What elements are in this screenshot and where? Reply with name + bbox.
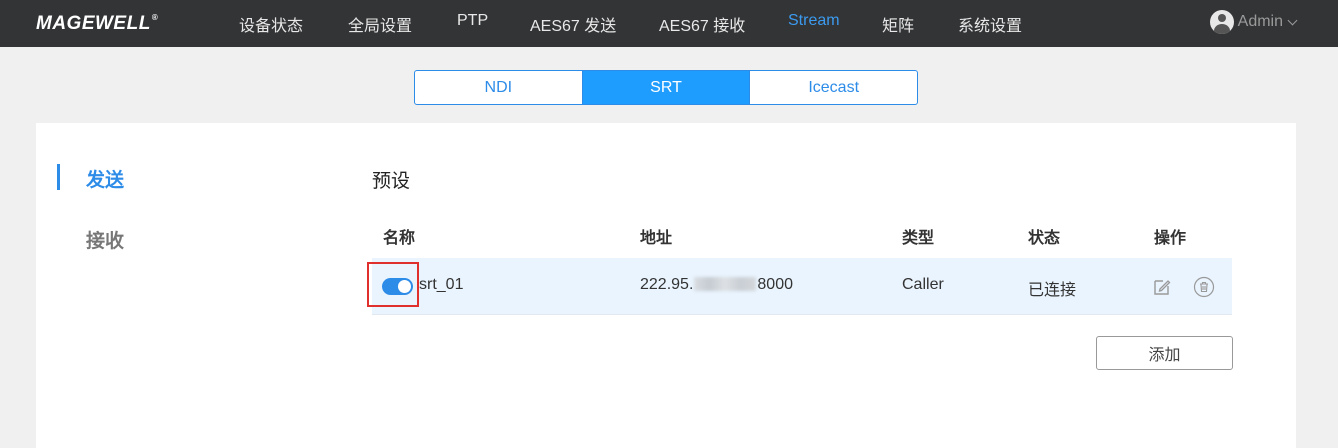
chevron-down-icon xyxy=(1287,15,1298,25)
protocol-tabs: NDI SRT Icecast xyxy=(414,70,918,105)
tab-ndi[interactable]: NDI xyxy=(415,71,583,104)
nav-item-ptp[interactable]: PTP xyxy=(457,12,488,30)
row-status: 已连接 xyxy=(1028,282,1077,299)
nav-item-stream[interactable]: Stream xyxy=(788,12,840,30)
nav-item-global-settings[interactable]: 全局设置 xyxy=(348,12,412,36)
enable-toggle[interactable] xyxy=(382,278,413,295)
nav-item-device-status[interactable]: 设备状态 xyxy=(239,12,303,36)
tab-srt[interactable]: SRT xyxy=(582,71,751,104)
sidebar-active-indicator xyxy=(57,164,60,190)
section-title: 预设 xyxy=(372,171,411,192)
content-panel: 发送 接收 预设 名称 地址 类型 状态 操作 srt_01 222.95. 80… xyxy=(36,123,1296,448)
toggle-knob xyxy=(398,280,411,293)
nav-item-aes67-receive[interactable]: AES67 接收 xyxy=(659,12,745,36)
user-menu[interactable]: Admin xyxy=(1209,10,1298,34)
redacted-address-blur xyxy=(694,277,757,291)
column-header-actions: 操作 xyxy=(1154,230,1187,247)
column-header-type: 类型 xyxy=(902,230,935,247)
add-button[interactable]: 添加 xyxy=(1096,336,1233,370)
user-name: Admin xyxy=(1237,13,1283,30)
address-suffix: 8000 xyxy=(757,276,793,293)
tab-icecast[interactable]: Icecast xyxy=(750,71,917,104)
column-header-status: 状态 xyxy=(1028,230,1061,247)
column-header-address: 地址 xyxy=(640,230,673,247)
sidebar-item-send[interactable]: 发送 xyxy=(86,165,124,192)
row-type: Caller xyxy=(902,276,944,293)
nav-item-aes67-send[interactable]: AES67 发送 xyxy=(530,12,616,36)
column-header-name: 名称 xyxy=(383,230,416,247)
edit-icon[interactable] xyxy=(1151,276,1173,298)
avatar-icon xyxy=(1209,10,1234,34)
nav-item-matrix[interactable]: 矩阵 xyxy=(882,12,914,36)
address-prefix: 222.95. xyxy=(640,276,694,293)
row-address: 222.95. 8000 xyxy=(640,276,793,294)
table-row: srt_01 222.95. 8000 Caller 已连接 xyxy=(367,258,1232,315)
row-name: srt_01 xyxy=(419,276,464,293)
delete-icon[interactable] xyxy=(1193,276,1215,298)
nav-item-system-settings[interactable]: 系统设置 xyxy=(958,12,1022,36)
magewell-logo[interactable]: MAGEWELL® xyxy=(36,13,158,35)
sidebar-item-receive[interactable]: 接收 xyxy=(86,226,124,253)
top-navigation-bar: MAGEWELL® 设备状态 全局设置 PTP AES67 发送 AES67 接… xyxy=(0,0,1338,47)
